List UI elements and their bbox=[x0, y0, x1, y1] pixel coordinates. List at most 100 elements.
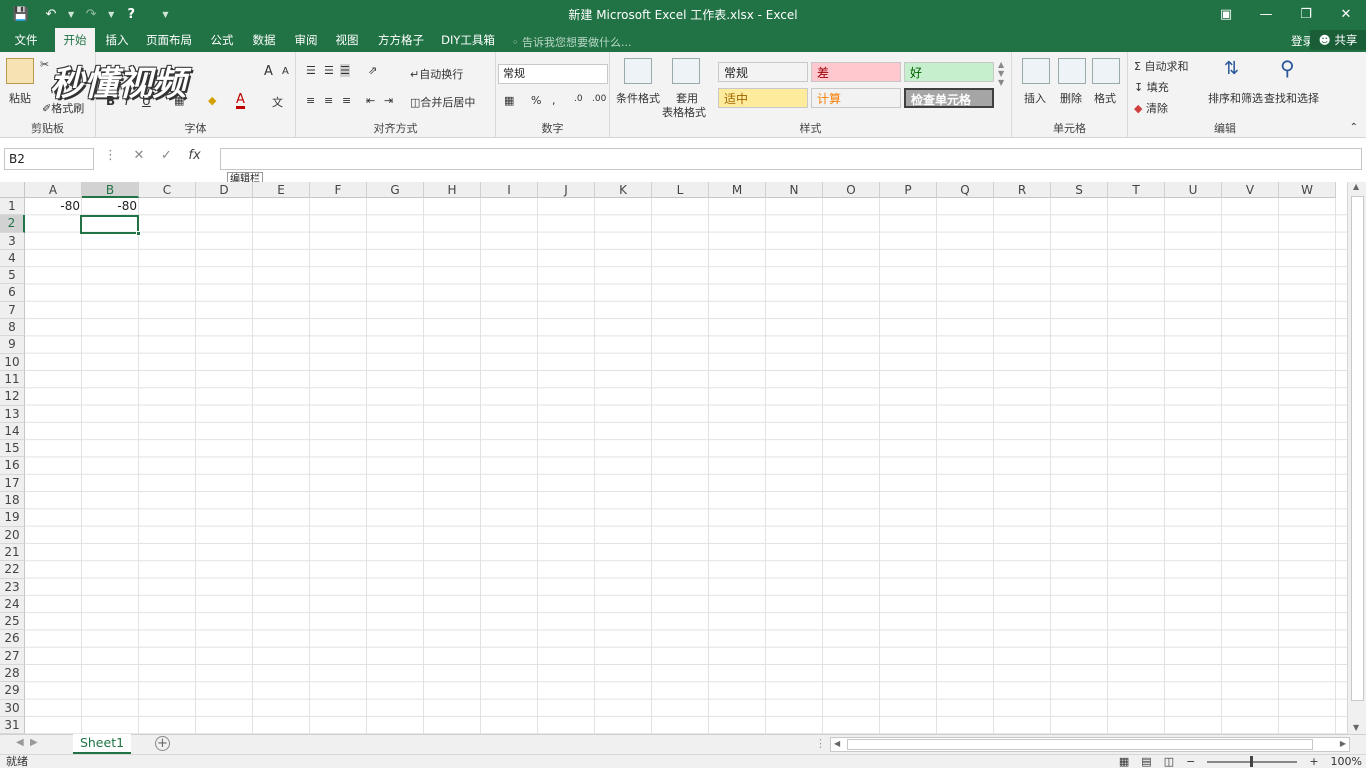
row-header-20[interactable]: 20 bbox=[0, 526, 25, 544]
row-header-29[interactable]: 29 bbox=[0, 682, 25, 700]
paste-icon[interactable] bbox=[6, 58, 34, 84]
insert-cells-button[interactable]: 插入 bbox=[1024, 90, 1046, 106]
increase-indent-icon[interactable]: ⇥ bbox=[384, 94, 393, 107]
page-break-view-icon[interactable]: ◫ bbox=[1164, 755, 1174, 768]
table-format-button-line2[interactable]: 表格格式 bbox=[662, 104, 706, 120]
row-header-14[interactable]: 14 bbox=[0, 422, 25, 441]
decrease-decimal-icon[interactable]: .00 bbox=[592, 94, 606, 104]
select-all-button[interactable] bbox=[0, 182, 25, 198]
page-layout-view-icon[interactable]: ▤ bbox=[1141, 755, 1151, 768]
conditional-format-icon[interactable] bbox=[624, 58, 652, 84]
column-header-r[interactable]: R bbox=[994, 182, 1051, 198]
find-select-icon[interactable]: ⚲ bbox=[1280, 56, 1295, 80]
orientation-icon[interactable]: ⇗ bbox=[368, 64, 377, 77]
row-header-5[interactable]: 5 bbox=[0, 267, 25, 285]
style-bad[interactable]: 差 bbox=[811, 62, 901, 82]
tab-formulas[interactable]: 公式 bbox=[205, 28, 239, 52]
row-header-3[interactable]: 3 bbox=[0, 232, 25, 250]
column-header-j[interactable]: J bbox=[538, 182, 595, 198]
zoom-out-icon[interactable]: − bbox=[1186, 755, 1195, 768]
style-good[interactable]: 好 bbox=[904, 62, 994, 82]
tell-me-box[interactable]: ◦ 告诉我您想要做什么... bbox=[512, 34, 632, 50]
number-format-select[interactable]: 常规 bbox=[498, 64, 608, 84]
row-header-27[interactable]: 27 bbox=[0, 647, 25, 666]
scroll-left-icon[interactable]: ◀ bbox=[834, 739, 840, 748]
tab-data[interactable]: 数据 bbox=[247, 28, 281, 52]
grow-font-button[interactable]: A bbox=[264, 64, 273, 79]
row-header-7[interactable]: 7 bbox=[0, 301, 25, 320]
tab-home[interactable]: 开始 bbox=[55, 28, 95, 52]
column-header-g[interactable]: G bbox=[367, 182, 424, 198]
row-header-13[interactable]: 13 bbox=[0, 405, 25, 423]
align-right-icon[interactable]: ≡ bbox=[342, 94, 351, 107]
cell-b1[interactable]: -80 bbox=[82, 198, 139, 215]
tab-diy-toolbox[interactable]: DIY工具箱 bbox=[438, 28, 498, 52]
style-neutral[interactable]: 适中 bbox=[718, 88, 808, 108]
minimize-button[interactable]: — bbox=[1246, 0, 1286, 28]
tab-insert[interactable]: 插入 bbox=[100, 28, 134, 52]
row-header-15[interactable]: 15 bbox=[0, 440, 25, 458]
conditional-format-button[interactable]: 条件格式 bbox=[616, 90, 660, 106]
fill-handle[interactable] bbox=[136, 231, 141, 236]
column-header-u[interactable]: U bbox=[1165, 182, 1222, 198]
sheet-nav-icon[interactable]: ◀ ▶ bbox=[16, 737, 38, 748]
align-left-icon[interactable]: ≡ bbox=[306, 94, 315, 107]
column-header-v[interactable]: V bbox=[1222, 182, 1279, 198]
collapse-ribbon-icon[interactable]: ⌃ bbox=[1350, 122, 1358, 133]
row-header-17[interactable]: 17 bbox=[0, 474, 25, 493]
increase-decimal-icon[interactable]: .0 bbox=[574, 94, 583, 104]
name-box[interactable]: B2 bbox=[4, 148, 94, 170]
cancel-icon[interactable]: ✕ bbox=[134, 148, 157, 163]
wrap-text-button[interactable]: ↵自动换行 bbox=[410, 66, 463, 82]
horizontal-scrollbar[interactable]: ◀ ▶ bbox=[830, 737, 1350, 752]
row-header-16[interactable]: 16 bbox=[0, 457, 25, 475]
restore-button[interactable]: ❐ bbox=[1286, 0, 1326, 28]
row-header-18[interactable]: 18 bbox=[0, 492, 25, 510]
column-header-d[interactable]: D bbox=[196, 182, 253, 198]
style-calculation[interactable]: 计算 bbox=[811, 88, 901, 108]
tab-fangfang[interactable]: 方方格子 bbox=[372, 28, 430, 52]
clear-button[interactable]: ◆ 清除 bbox=[1134, 100, 1168, 116]
accounting-format-icon[interactable]: ▦ bbox=[504, 94, 514, 107]
column-header-t[interactable]: T bbox=[1108, 182, 1165, 198]
autosum-button[interactable]: Σ 自动求和 bbox=[1134, 58, 1188, 74]
tab-file[interactable]: 文件 bbox=[8, 28, 44, 52]
column-header-n[interactable]: N bbox=[766, 182, 823, 198]
normal-view-icon[interactable]: ▦ bbox=[1119, 755, 1129, 768]
cut-icon[interactable]: ✂ bbox=[40, 58, 49, 71]
scroll-right-icon[interactable]: ▶ bbox=[1340, 739, 1346, 748]
border-icon[interactable]: ▦ bbox=[174, 94, 184, 107]
styles-scroll-icon[interactable]: ▲ ▼ ▼ bbox=[998, 60, 1004, 87]
row-header-12[interactable]: 12 bbox=[0, 388, 25, 406]
row-header-21[interactable]: 21 bbox=[0, 543, 25, 562]
horizontal-scroll-thumb[interactable] bbox=[847, 739, 1313, 750]
cell-a1[interactable]: -80 bbox=[25, 198, 82, 215]
column-header-c[interactable]: C bbox=[139, 182, 196, 198]
row-header-8[interactable]: 8 bbox=[0, 319, 25, 337]
column-header-i[interactable]: I bbox=[481, 182, 538, 198]
shrink-font-button[interactable]: A bbox=[282, 66, 289, 77]
sheet-tab-sheet1[interactable]: Sheet1 bbox=[73, 734, 131, 754]
tab-view[interactable]: 视图 bbox=[330, 28, 364, 52]
fill-button[interactable]: ↧ 填充 bbox=[1134, 79, 1169, 95]
bold-button[interactable]: B bbox=[106, 94, 115, 108]
column-header-q[interactable]: Q bbox=[937, 182, 994, 198]
column-header-m[interactable]: M bbox=[709, 182, 766, 198]
fill-color-icon[interactable]: ◆ bbox=[208, 94, 216, 107]
find-select-button[interactable]: 查找和选择 bbox=[1264, 90, 1319, 106]
zoom-slider[interactable] bbox=[1207, 756, 1298, 767]
insert-function-icon[interactable]: fx bbox=[188, 148, 200, 163]
insert-cells-icon[interactable] bbox=[1022, 58, 1050, 84]
scroll-up-icon[interactable]: ▲ bbox=[1353, 182, 1359, 191]
font-color-button[interactable]: A bbox=[236, 93, 245, 109]
align-bottom-icon[interactable]: ☰ bbox=[340, 64, 350, 77]
column-header-b[interactable]: B bbox=[82, 182, 139, 198]
sort-filter-button[interactable]: 排序和筛选 bbox=[1208, 90, 1263, 106]
row-header-11[interactable]: 11 bbox=[0, 370, 25, 389]
table-format-icon[interactable] bbox=[672, 58, 700, 84]
row-header-6[interactable]: 6 bbox=[0, 284, 25, 302]
column-header-o[interactable]: O bbox=[823, 182, 880, 198]
formula-input[interactable] bbox=[220, 148, 1362, 170]
format-cells-icon[interactable] bbox=[1092, 58, 1120, 84]
zoom-slider-thumb[interactable] bbox=[1250, 756, 1254, 767]
